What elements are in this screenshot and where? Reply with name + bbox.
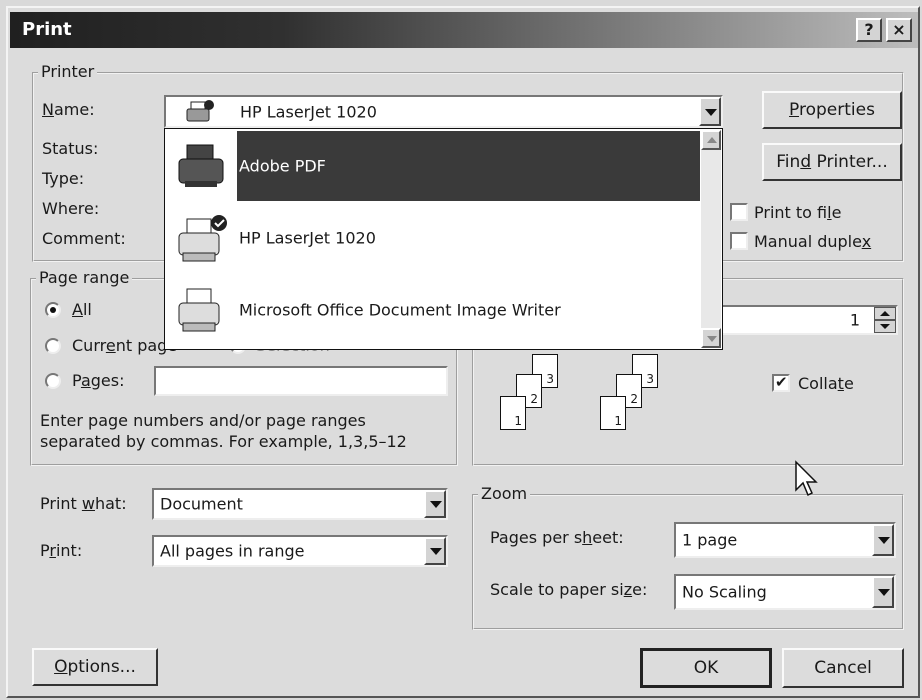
pages-per-sheet-dropdown-button[interactable] <box>872 524 894 556</box>
scale-label: Scale to paper size: <box>490 580 648 599</box>
zoom-legend: Zoom <box>478 484 531 503</box>
title-bar[interactable]: Print ? × <box>10 12 918 48</box>
close-button[interactable]: × <box>886 18 912 42</box>
printer-name-dropdown-button[interactable] <box>699 97 721 126</box>
find-printer-button[interactable]: Find Printer... <box>762 143 902 181</box>
scroll-up-button[interactable] <box>701 130 721 150</box>
ok-button[interactable]: OK <box>640 648 772 688</box>
chevron-up-icon <box>707 137 717 143</box>
scale-value: No Scaling <box>682 582 767 602</box>
properties-button[interactable]: Properties <box>762 91 902 129</box>
scroll-down-button[interactable] <box>701 328 721 348</box>
page-range-legend: Page range <box>36 268 133 287</box>
chevron-up-icon <box>880 311 890 316</box>
copies-down-button[interactable] <box>874 320 896 333</box>
print-range-select[interactable]: All pages in range <box>152 535 448 567</box>
print-what-select[interactable]: Document <box>152 488 448 520</box>
collate-checkbox[interactable] <box>772 373 790 392</box>
collate-label[interactable]: Collate <box>798 374 854 393</box>
printer-list-item-label: Adobe PDF <box>239 156 326 176</box>
chevron-down-icon <box>707 336 717 342</box>
printer-dropdown-list[interactable]: Adobe PDF HP LaserJet 1020 Microsoft Off… <box>164 128 723 350</box>
print-range-dropdown-button[interactable] <box>424 537 446 565</box>
scale-dropdown-button[interactable] <box>872 576 894 608</box>
print-range-value: All pages in range <box>160 541 305 561</box>
pages-input[interactable] <box>154 366 448 396</box>
chevron-down-icon <box>430 548 442 555</box>
default-printer-icon <box>178 215 227 262</box>
printer-list-item-label: HP LaserJet 1020 <box>239 228 376 248</box>
printer-list-scrollbar[interactable] <box>701 130 721 348</box>
copies-count-value: 1 <box>849 310 860 330</box>
pages-per-sheet-label: Pages per sheet: <box>490 528 624 547</box>
printer-name-select[interactable]: HP LaserJet 1020 <box>164 95 723 128</box>
print-to-file-label[interactable]: Print to file <box>754 203 841 222</box>
page-1-icon: 1 <box>500 396 526 430</box>
all-radio[interactable] <box>45 302 61 318</box>
cancel-button[interactable]: Cancel <box>782 648 904 688</box>
page-range-hint: Enter page numbers and/or page ranges se… <box>40 411 407 451</box>
mouse-cursor-icon <box>795 460 818 497</box>
where-label: Where: <box>42 199 100 218</box>
type-label: Type: <box>42 169 85 188</box>
current-page-radio[interactable] <box>45 338 61 354</box>
chevron-down-icon <box>880 324 890 329</box>
pages-per-sheet-value: 1 page <box>682 530 738 550</box>
print-label: Print: <box>40 541 83 560</box>
comment-label: Comment: <box>42 229 126 248</box>
current-page-label[interactable]: Current page <box>72 336 177 355</box>
name-label: Name: <box>42 100 95 119</box>
pages-label[interactable]: Pages: <box>72 371 124 390</box>
manual-duplex-label[interactable]: Manual duplex <box>754 232 871 251</box>
status-label: Status: <box>42 139 99 158</box>
options-button[interactable]: Options... <box>32 648 158 686</box>
scale-select[interactable]: No Scaling <box>674 574 896 610</box>
manual-duplex-checkbox[interactable] <box>730 232 748 250</box>
page-1-icon: 1 <box>600 396 626 430</box>
printer-name-value: HP LaserJet 1020 <box>240 102 377 121</box>
help-button[interactable]: ? <box>856 18 882 42</box>
printer-list-item-ms-office-image-writer[interactable]: Microsoft Office Document Image Writer <box>167 275 700 345</box>
printer-legend: Printer <box>38 62 98 81</box>
print-what-value: Document <box>160 494 243 514</box>
printer-icon <box>178 144 224 187</box>
printer-list-item-adobe-pdf[interactable]: Adobe PDF <box>167 131 700 201</box>
copies-up-button[interactable] <box>874 307 896 320</box>
window-title: Print <box>22 19 72 40</box>
pages-radio[interactable] <box>45 373 61 389</box>
default-printer-icon <box>186 100 214 122</box>
chevron-down-icon <box>878 589 890 596</box>
printer-list-item-hp-laserjet-1020[interactable]: HP LaserJet 1020 <box>167 203 700 273</box>
printer-icon <box>178 288 220 332</box>
chevron-down-icon <box>430 501 442 508</box>
print-to-file-checkbox[interactable] <box>730 203 748 221</box>
copies-count-input[interactable]: 1 <box>700 305 898 335</box>
print-what-label: Print what: <box>40 494 127 513</box>
all-label[interactable]: All <box>72 300 92 319</box>
chevron-down-icon <box>705 108 717 116</box>
printer-list-item-label: Microsoft Office Document Image Writer <box>239 300 561 320</box>
print-what-dropdown-button[interactable] <box>424 490 446 518</box>
chevron-down-icon <box>878 537 890 544</box>
pages-per-sheet-select[interactable]: 1 page <box>674 522 896 558</box>
